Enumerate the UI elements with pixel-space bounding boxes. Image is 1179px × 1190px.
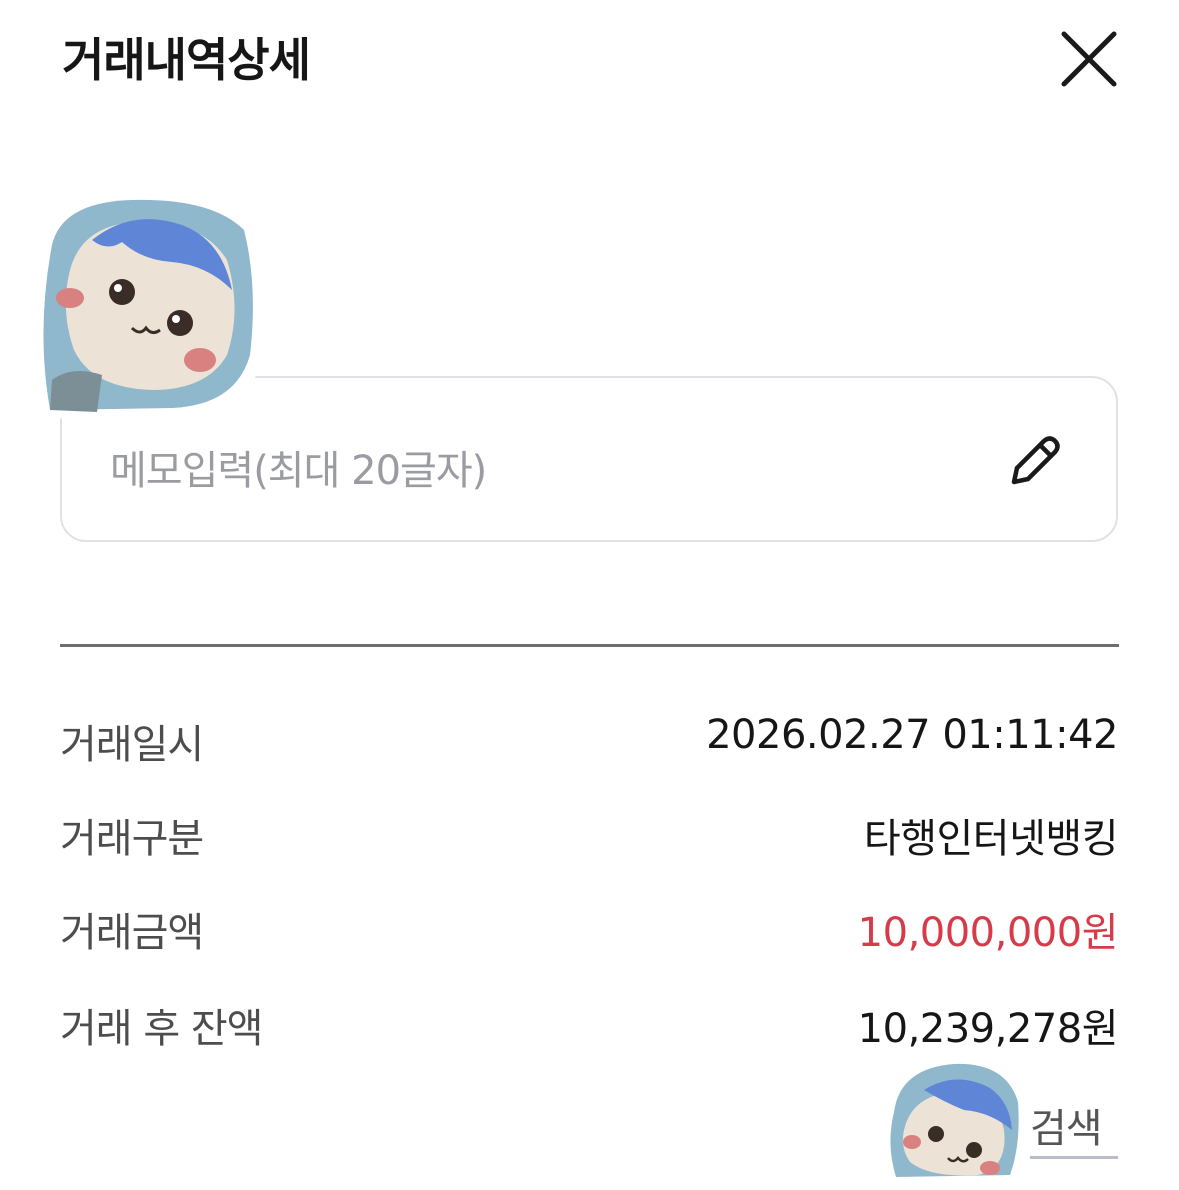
detail-row-amount: 거래금액 10,000,000원 bbox=[60, 900, 1119, 960]
detail-value: 타행인터넷뱅킹 bbox=[863, 816, 1119, 862]
detail-label: 거래일시 bbox=[60, 722, 204, 768]
memo-placeholder: 메모입력(최대 20글자) bbox=[110, 448, 487, 494]
close-button[interactable] bbox=[1058, 28, 1120, 90]
page-title: 거래내역상세 bbox=[62, 33, 311, 87]
divider bbox=[60, 644, 1119, 647]
detail-row-balance: 거래 후 잔액 10,239,278원 bbox=[60, 996, 1119, 1056]
detail-value: 10,239,278원 bbox=[857, 1006, 1119, 1052]
detail-label: 거래구분 bbox=[60, 816, 204, 862]
detail-row-type: 거래구분 타행인터넷뱅킹 bbox=[60, 806, 1119, 866]
pencil-icon[interactable] bbox=[1006, 430, 1066, 490]
detail-label: 거래금액 bbox=[60, 910, 204, 956]
character-sticker-small bbox=[878, 1050, 1030, 1190]
detail-value-amount: 10,000,000원 bbox=[857, 910, 1119, 956]
close-icon bbox=[1061, 31, 1117, 87]
character-sticker bbox=[22, 180, 272, 430]
detail-value: 2026.02.27 01:11:42 bbox=[706, 712, 1118, 758]
detail-label: 거래 후 잔액 bbox=[60, 1006, 263, 1052]
detail-row-date: 거래일시 2026.02.27 01:11:42 bbox=[60, 712, 1118, 772]
search-link[interactable]: 검색 bbox=[1030, 1096, 1118, 1159]
